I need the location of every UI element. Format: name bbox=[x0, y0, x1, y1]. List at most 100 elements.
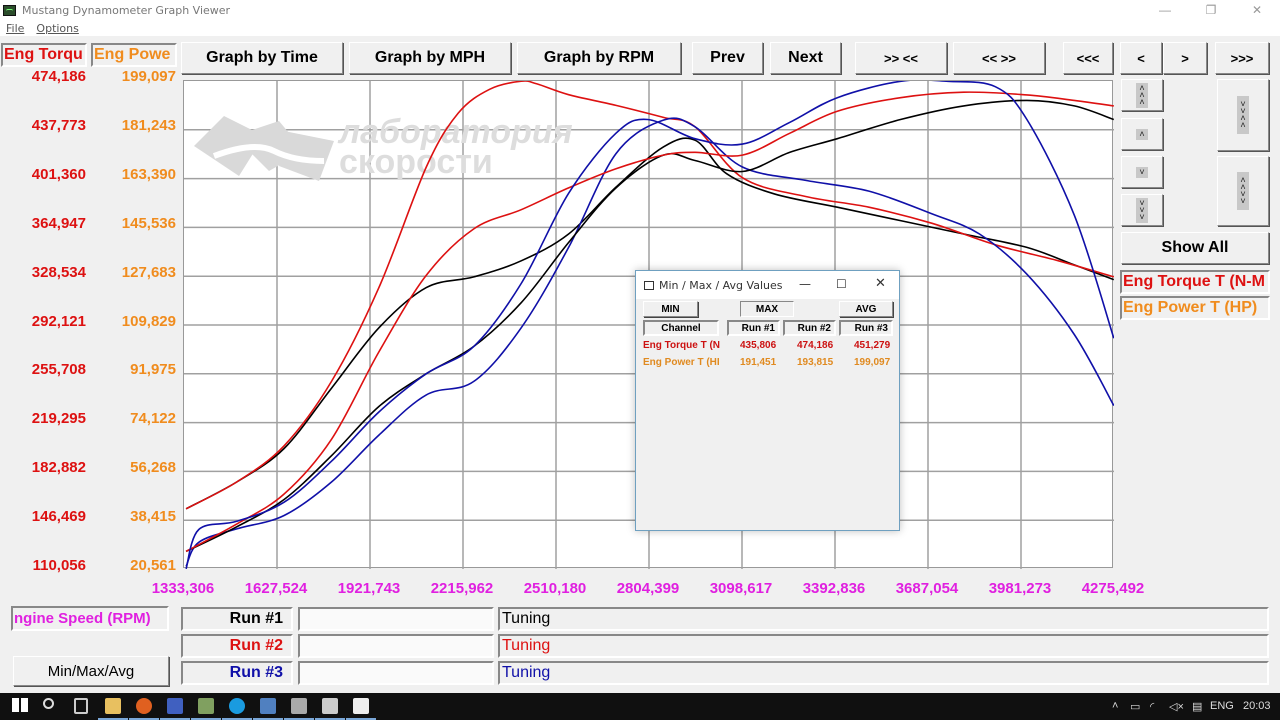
next-button[interactable]: Next bbox=[770, 42, 841, 74]
run-name-field[interactable] bbox=[298, 634, 494, 658]
photos-icon[interactable] bbox=[353, 698, 369, 714]
compress-scale-button[interactable]: ˄ ˄ ˅ ˅ bbox=[1217, 156, 1269, 226]
menu-file[interactable]: File bbox=[6, 22, 24, 35]
zoom-in-button[interactable]: >> << bbox=[855, 42, 947, 74]
dialog-min-button[interactable]: MIN bbox=[643, 301, 698, 317]
y-tick-torque: 328,534 bbox=[31, 263, 86, 281]
dialog-avg-button[interactable]: AVG bbox=[839, 301, 893, 317]
x-channel-label: ngine Speed (RPM) bbox=[14, 610, 151, 627]
run-label: Run #1 bbox=[181, 607, 293, 631]
paint-app-icon[interactable] bbox=[198, 698, 214, 714]
y-tick-power: 74,122 bbox=[130, 410, 176, 428]
y-tick-power: 145,536 bbox=[121, 214, 176, 232]
app-icon bbox=[3, 4, 16, 16]
task-view-icon[interactable] bbox=[74, 698, 88, 714]
run-label: Run #3 bbox=[181, 661, 293, 685]
wifi-icon[interactable]: ◜ bbox=[1150, 700, 1154, 713]
run-name-field[interactable] bbox=[298, 607, 494, 631]
torque-channel-selector[interactable]: Eng Torqu bbox=[1, 43, 87, 67]
zoom-out-button[interactable]: << >> bbox=[953, 42, 1045, 74]
y-tick-power: 109,829 bbox=[121, 312, 176, 330]
start-icon[interactable] bbox=[12, 698, 28, 712]
scroll-down-button[interactable]: ˅ bbox=[1121, 156, 1163, 188]
show-all-button[interactable]: Show All bbox=[1121, 232, 1269, 264]
maximize-button[interactable]: ❐ bbox=[1188, 0, 1234, 20]
scroll-up-button[interactable]: ˄ bbox=[1121, 118, 1163, 150]
x-channel-selector[interactable]: ngine Speed (RPM) bbox=[11, 606, 169, 631]
dialog-row-torque-run1: 435,806 bbox=[740, 340, 777, 351]
dialog-row-torque-channel: Eng Torque T (N bbox=[643, 340, 721, 351]
battery-icon[interactable]: ▭ bbox=[1130, 700, 1140, 713]
dialog-header-channel: Channel bbox=[643, 320, 719, 336]
language-indicator[interactable]: ENG bbox=[1210, 700, 1234, 712]
network-app-icon[interactable] bbox=[260, 698, 276, 714]
x-tick-label: 1333,306 bbox=[151, 580, 215, 597]
run-description-field[interactable]: Tuning bbox=[498, 607, 1269, 631]
run-name-field[interactable] bbox=[298, 661, 494, 685]
minimize-button[interactable]: — bbox=[1142, 0, 1188, 20]
x-tick-label: 2804,399 bbox=[616, 580, 680, 597]
legend-power-channel[interactable]: Eng Power T (HP) bbox=[1120, 296, 1270, 320]
tray-chevron-icon[interactable]: ˄ bbox=[1112, 700, 1118, 712]
dyno-viewer-icon[interactable] bbox=[291, 698, 307, 714]
y-tick-power: 127,683 bbox=[121, 263, 176, 281]
graph-by-mph-button[interactable]: Graph by MPH bbox=[349, 42, 511, 74]
volume-muted-icon[interactable]: ◁× bbox=[1169, 700, 1184, 713]
graph-by-rpm-button[interactable]: Graph by RPM bbox=[517, 42, 681, 74]
triple-chevron-up-icon: ˄ ˄ ˄ bbox=[1136, 82, 1148, 108]
dialog-close-button[interactable]: ✕ bbox=[875, 276, 886, 291]
min-max-avg-dialog: Min / Max / Avg Values — ☐ ✕ MIN MAX AVG… bbox=[635, 270, 900, 531]
legend-power-label: Eng Power T (HP) bbox=[1123, 299, 1258, 316]
scroll-left-button[interactable]: < bbox=[1120, 42, 1162, 74]
title-bar: Mustang Dynamometer Graph Viewer — ❐ ✕ bbox=[0, 0, 1280, 20]
x-tick-label: 2510,180 bbox=[523, 580, 587, 597]
firefox-icon[interactable] bbox=[136, 698, 152, 714]
window-title: Mustang Dynamometer Graph Viewer bbox=[22, 3, 231, 17]
dialog-max-button[interactable]: MAX bbox=[740, 301, 794, 317]
dialog-row-torque-run3: 451,279 bbox=[854, 340, 891, 351]
y-tick-torque: 364,947 bbox=[31, 214, 86, 232]
y-tick-torque: 292,121 bbox=[31, 312, 86, 330]
y-tick-torque: 219,295 bbox=[31, 410, 86, 428]
clock[interactable]: 20:03 bbox=[1243, 700, 1271, 712]
close-button[interactable]: ✕ bbox=[1234, 0, 1280, 20]
search-icon[interactable] bbox=[43, 698, 54, 709]
save-app-icon[interactable] bbox=[167, 698, 183, 714]
dialog-row-power-run1: 191,451 bbox=[740, 357, 777, 368]
torque-channel-label: Eng Torqu bbox=[4, 46, 83, 63]
run-label: Run #2 bbox=[181, 634, 293, 658]
min-max-avg-button[interactable]: Min/Max/Avg bbox=[13, 656, 169, 686]
skype-icon[interactable] bbox=[229, 698, 245, 714]
dialog-window-icon bbox=[644, 280, 654, 290]
tuning-app-icon[interactable] bbox=[322, 698, 338, 714]
taskbar: ˄ ▭ ◜ ◁× ▤ ENG 20:03 bbox=[0, 693, 1280, 720]
dialog-maximize-button[interactable]: ☐ bbox=[836, 277, 847, 291]
scroll-right-button[interactable]: > bbox=[1163, 42, 1207, 74]
compress-vertical-icon: ˄ ˄ ˅ ˅ bbox=[1237, 172, 1249, 210]
menu-options[interactable]: Options bbox=[36, 22, 78, 35]
watermark-line2: скорости bbox=[339, 143, 493, 181]
dialog-header-run1: Run #1 bbox=[727, 320, 780, 336]
power-channel-label: Eng Powe bbox=[94, 46, 171, 63]
scroll-last-button[interactable]: >>> bbox=[1215, 42, 1269, 74]
scroll-up-fast-button[interactable]: ˄ ˄ ˄ bbox=[1121, 79, 1163, 111]
x-tick-label: 2215,962 bbox=[430, 580, 494, 597]
file-explorer-icon[interactable] bbox=[105, 698, 121, 714]
run-description-field[interactable]: Tuning bbox=[498, 661, 1269, 685]
run-description-field[interactable]: Tuning bbox=[498, 634, 1269, 658]
x-tick-label: 3098,617 bbox=[709, 580, 773, 597]
dialog-minimize-button[interactable]: — bbox=[799, 277, 811, 291]
notifications-icon[interactable]: ▤ bbox=[1192, 700, 1202, 713]
expand-scale-button[interactable]: ˅ ˅ ˄ ˄ bbox=[1217, 79, 1269, 151]
dialog-title: Min / Max / Avg Values bbox=[659, 278, 783, 292]
y-tick-power: 20,561 bbox=[130, 557, 176, 574]
scroll-first-button[interactable]: <<< bbox=[1063, 42, 1113, 74]
dialog-title-bar: Min / Max / Avg Values — ☐ ✕ bbox=[636, 271, 899, 299]
y-tick-power: 181,243 bbox=[121, 116, 176, 134]
graph-by-time-button[interactable]: Graph by Time bbox=[181, 42, 343, 74]
scroll-down-fast-button[interactable]: ˅ ˅ ˅ bbox=[1121, 194, 1163, 226]
y-tick-power: 199,097 bbox=[121, 68, 176, 85]
prev-button[interactable]: Prev bbox=[692, 42, 763, 74]
power-channel-selector[interactable]: Eng Powe bbox=[91, 43, 177, 67]
legend-torque-channel[interactable]: Eng Torque T (N-M bbox=[1120, 270, 1270, 294]
